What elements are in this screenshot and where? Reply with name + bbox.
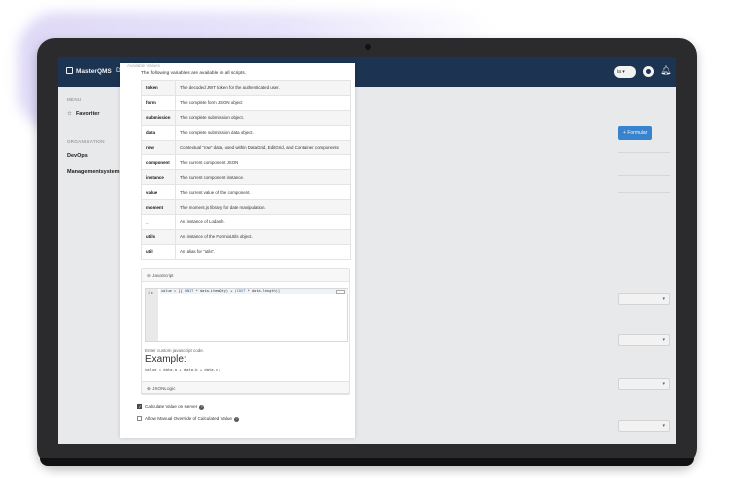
checkbox-unchecked-icon[interactable]: [137, 416, 142, 421]
example-heading: Example:: [145, 354, 187, 365]
variable-row: util An alias for "utils".: [141, 243, 351, 260]
variable-description: An alias for "utils".: [175, 243, 351, 260]
javascript-panel: ⊖ JavaScript 1 ▸ value = [{ UNIT * data.…: [141, 268, 350, 395]
editor-scroll-marker[interactable]: [336, 290, 345, 294]
example-code: value = data.a + data.b + data.c;: [145, 367, 221, 372]
variable-name: form: [141, 94, 176, 111]
variable-name: utils: [141, 228, 176, 245]
checkbox-checked-icon[interactable]: [137, 404, 142, 409]
variable-row: instance The current component instance.: [141, 169, 351, 186]
variable-name: _: [141, 214, 176, 230]
javascript-panel-header[interactable]: ⊖ JavaScript: [142, 269, 349, 282]
code-text: * data.itemQty) + (: [193, 289, 237, 293]
variable-description: The complete submission object.: [175, 109, 351, 126]
variable-description: The complete submission data object.: [175, 124, 351, 141]
variable-row: _ An instance of Lodash.: [141, 214, 351, 230]
code-editor[interactable]: 1 ▸ value = [{ UNIT * data.itemQty) + (C…: [145, 288, 348, 342]
help-icon[interactable]: ?: [199, 405, 205, 410]
manual-override-checkbox[interactable]: Allow Manual Override of Calculated Valu…: [137, 416, 239, 422]
variable-name: component: [141, 154, 176, 171]
variable-description: The decoded JWT token for the authentica…: [175, 80, 351, 96]
tablet-bezel-shadow: [40, 458, 694, 466]
variable-row: value The current value of the component.: [141, 184, 351, 201]
line-number-gutter: 1 ▸: [146, 289, 158, 341]
variable-name: submission: [141, 109, 176, 126]
variable-description: The current component JSON: [175, 154, 351, 171]
variable-name: util: [141, 243, 176, 260]
variable-name: data: [141, 124, 176, 141]
variable-row: form The complete form JSON object: [141, 94, 351, 111]
available-values-title: Available Values: [127, 63, 160, 68]
variable-row: component The current component JSON: [141, 154, 351, 171]
variable-description: The complete form JSON object: [175, 94, 351, 111]
variable-name: instance: [141, 169, 176, 186]
jsonlogic-panel-header[interactable]: ⊕ JSONLogic: [141, 381, 350, 394]
code-line[interactable]: value = [{ UNIT * data.itemQty) + (COST …: [160, 289, 348, 294]
variable-row: row Contextual "row" data, used within Da…: [141, 139, 351, 156]
variable-description: An instance of the FormioUtils object.: [175, 228, 351, 245]
variable-name: value: [141, 184, 176, 201]
jsonlogic-panel-title: JSONLogic: [152, 385, 176, 391]
variable-row: data The complete submission data object.: [141, 124, 351, 141]
variables-table: token The decoded JWT token for the authe…: [141, 80, 351, 260]
code-text: * data.length)]: [245, 289, 281, 293]
calculate-on-server-checkbox[interactable]: Calculate Value on server?: [137, 404, 205, 410]
variable-description: The moment.js library for date manipulat…: [175, 199, 351, 216]
calculate-on-server-label: Calculate Value on server: [145, 404, 198, 409]
variable-name: row: [141, 139, 176, 156]
variable-description: An instance of Lodash.: [175, 214, 351, 230]
help-icon[interactable]: ?: [234, 417, 239, 422]
variables-intro: The following variables are available in…: [141, 71, 247, 76]
code-text: value = [{: [161, 289, 185, 293]
line-number: 1: [148, 291, 151, 295]
variable-row: submission The complete submission object…: [141, 109, 351, 126]
variable-description: The current component instance.: [175, 169, 351, 186]
variable-row: token The decoded JWT token for the authe…: [141, 80, 351, 96]
help-text: Enter custom javascript code.: [145, 348, 205, 353]
variable-row: utils An instance of the FormioUtils obje…: [141, 228, 351, 245]
variable-description: Contextual "row" data, used within DataG…: [175, 139, 351, 156]
variable-name: token: [141, 80, 176, 96]
variable-name: moment: [141, 199, 176, 216]
camera-icon: [365, 44, 371, 50]
javascript-panel-title: JavaScript: [152, 272, 174, 278]
variable-description: The current value of the component.: [175, 184, 351, 201]
manual-override-label: Allow Manual Override of Calculated Valu…: [145, 416, 232, 421]
variable-row: moment The moment.js library for date man…: [141, 199, 351, 216]
